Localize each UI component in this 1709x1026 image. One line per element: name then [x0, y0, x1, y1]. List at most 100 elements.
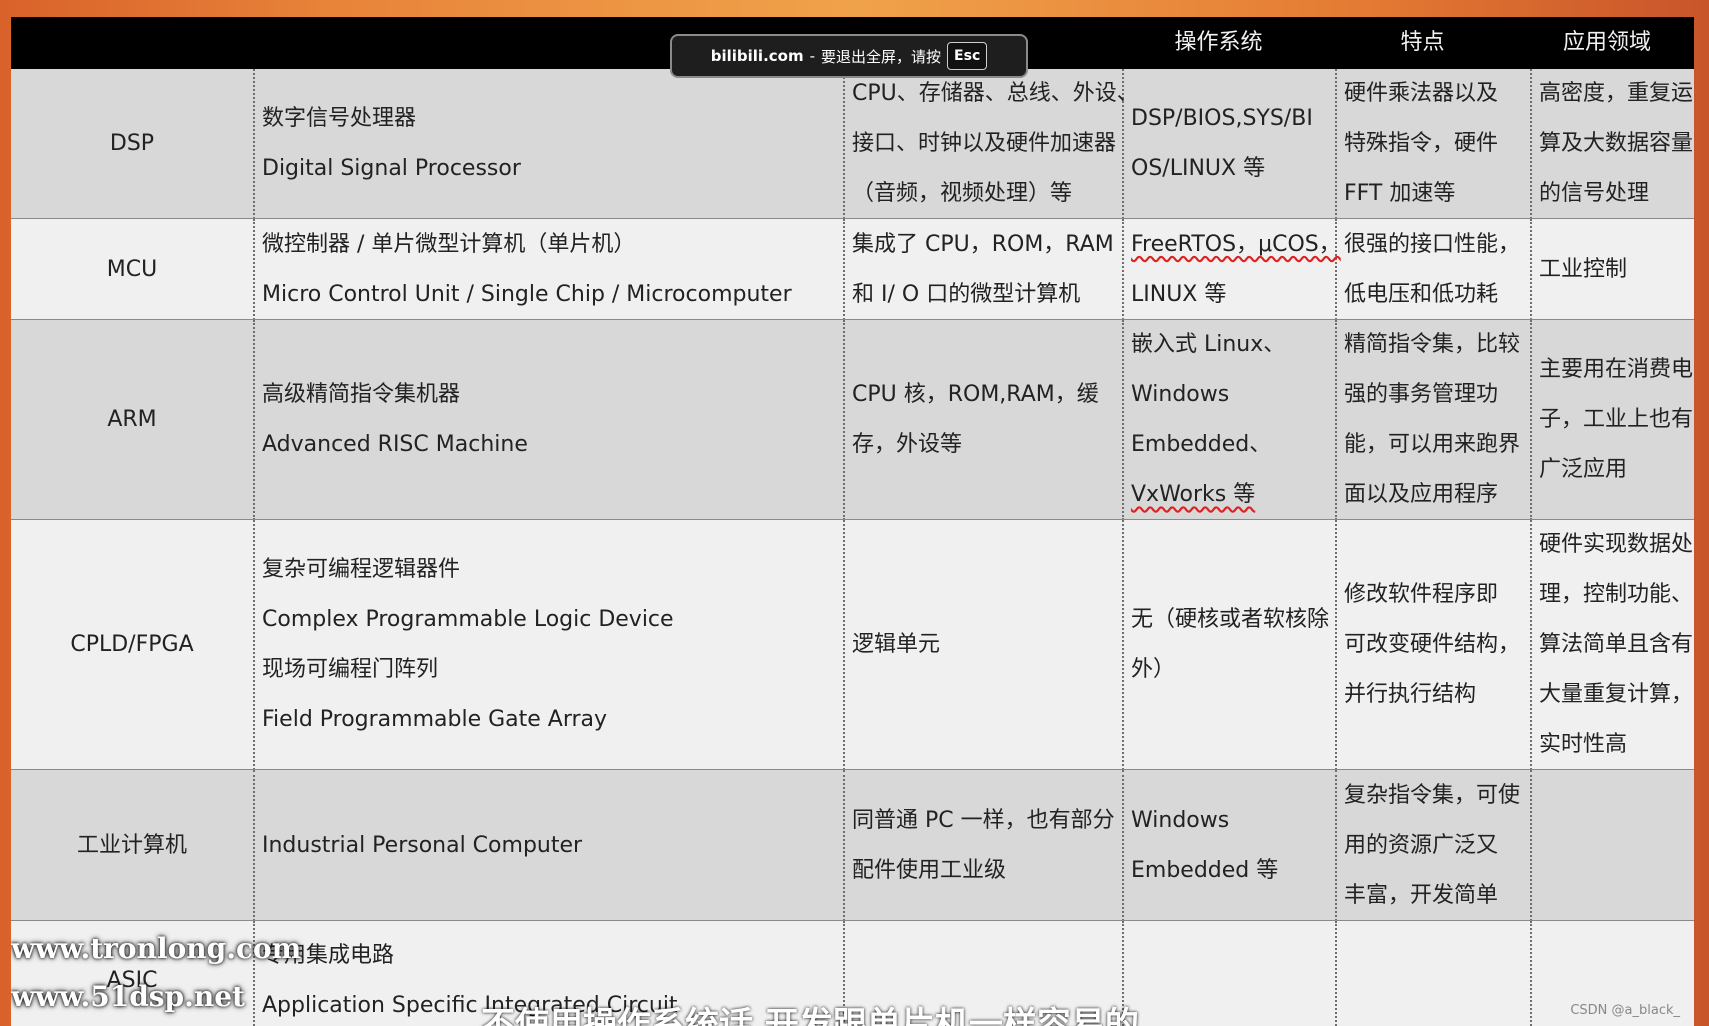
- cell-text-line: 能，可以用来跑界: [1344, 432, 1521, 457]
- cell-applications: 硬件实现数据处 理，控制功能、 算法简单且含有 大量重复计算， 实时性高: [1532, 520, 1694, 770]
- table-row: MCU 微控制器 / 单片微型计算机（单片机） Micro Control Unit…: [11, 219, 1694, 320]
- cell-fullname: 数字信号处理器 Digital Signal Processor: [255, 69, 845, 219]
- cell-text-line: 硬件实现数据处: [1539, 532, 1694, 557]
- cell-os: 嵌入式 Linux、 Windows Embedded、 VxWorks 等: [1124, 320, 1337, 520]
- cell-text-line: 现场可编程门阵列: [262, 657, 439, 682]
- cell-text-line: 配件使用工业级: [852, 857, 1007, 883]
- cell-text-line: Digital Signal Processor: [262, 156, 521, 181]
- cell-text-line: Advanced RISC Machine: [262, 432, 528, 457]
- cell-text-line: 算法简单且含有: [1539, 632, 1694, 657]
- cell-text-line: 硬件乘法器以及: [1344, 81, 1499, 106]
- cell-features: 复杂指令集，可使 用的资源广泛又 丰富，开发简单: [1337, 770, 1532, 921]
- video-subtitle: 不使用操作系统话 开发跟单片机一样容易的: [481, 1005, 1139, 1026]
- cell-text-line: 算及大数据容量: [1539, 131, 1694, 156]
- cell-fullname: 微控制器 / 单片微型计算机（单片机） Micro Control Unit / …: [255, 219, 845, 320]
- cell-text-line: 接口、时钟以及硬件加速器: [852, 131, 1117, 156]
- cell-features: 很强的接口性能， 低电压和低功耗: [1337, 219, 1532, 320]
- cell-text-line: 嵌入式 Linux、: [1131, 332, 1286, 357]
- cell-text-line: Field Programmable Gate Array: [262, 707, 608, 732]
- cell-text-line: 工业计算机: [76, 832, 187, 858]
- cell-text-line: 主要用在消费电: [1539, 357, 1694, 382]
- cell-components: 集成了 CPU，ROM，RAM 和 I/ O 口的微型计算机: [845, 219, 1124, 320]
- cell-text-line: Windows: [1131, 807, 1230, 833]
- cell-components: 逻辑单元: [845, 520, 1124, 770]
- cell-text-line: 大量重复计算，: [1539, 682, 1694, 707]
- cell-os: 无（硬核或者软核除 外）: [1124, 520, 1337, 770]
- table-row: DSP 数字信号处理器 Digital Signal Processor CPU、存储…: [11, 69, 1694, 219]
- cell-text-line: CPU 核，ROM,RAM，缓: [852, 382, 1099, 407]
- cell-text-line: 丰富，开发简单: [1344, 882, 1499, 908]
- cell-text-line: 特殊指令，硬件: [1344, 131, 1499, 156]
- cell-text-line: FFT 加速等: [1344, 181, 1456, 206]
- cell-text-line: 和 I/ O 口的微型计算机: [852, 281, 1081, 307]
- cell-text-line: 微控制器 / 单片微型计算机（单片机）: [262, 231, 636, 257]
- cell-features: 硬件乘法器以及 特殊指令，硬件 FFT 加速等: [1337, 69, 1532, 219]
- watermark-tronlong: www.tronlong.com: [11, 932, 302, 965]
- cell-name: DSP: [11, 69, 255, 219]
- cell-text-line: 的信号处理: [1539, 181, 1650, 206]
- toast-message: 要退出全屏，请按: [821, 47, 942, 66]
- csdn-credit: CSDN @a_black_: [1570, 1003, 1680, 1018]
- cell-fullname: 复杂可编程逻辑器件 Complex Programmable Logic Devi…: [255, 520, 845, 770]
- cell-text-line: 逻辑单元: [852, 632, 941, 657]
- cell-features: 修改软件程序即 可改变硬件结构， 并行执行结构: [1337, 520, 1532, 770]
- cell-name: ARM: [11, 320, 255, 520]
- cell-text-line: MCU: [106, 256, 158, 282]
- cell-text-line: 可改变硬件结构，: [1344, 632, 1521, 657]
- cell-text-line: Embedded 等: [1131, 857, 1279, 883]
- cell-features: 精简指令集，比较 强的事务管理功 能，可以用来跑界 面以及应用程序: [1337, 320, 1532, 520]
- cell-text-line: 外）: [1131, 657, 1176, 682]
- cell-name: CPLD/FPGA: [11, 520, 255, 770]
- header-applications: 应用领域: [1562, 30, 1651, 55]
- cell-os: Windows Embedded 等: [1124, 770, 1337, 921]
- cell-text-line: 很强的接口性能，: [1344, 231, 1521, 257]
- cell-text-line: 实时性高: [1539, 732, 1628, 757]
- header-os: 操作系统: [1174, 30, 1263, 55]
- cell-text-line: 同普通 PC 一样，也有部分: [852, 807, 1115, 833]
- cell-fullname: 高级精简指令集机器 Advanced RISC Machine: [255, 320, 845, 520]
- cell-text-line: 专用集成电路: [262, 943, 395, 968]
- cell-text-line: 用的资源广泛又: [1344, 832, 1499, 858]
- cell-text-line: FreeRTOS，μCOS，: [1131, 231, 1341, 257]
- fullscreen-video-frame[interactable]: 操作系统 特点 应用领域 DSP 数字信号处理器 Digital Signal Pr…: [11, 17, 1694, 1026]
- esc-key-badge[interactable]: Esc: [947, 42, 988, 70]
- cell-text-line: DSP/BIOS,SYS/BI: [1131, 106, 1313, 131]
- cell-os: DSP/BIOS,SYS/BI OS/LINUX 等: [1124, 69, 1337, 219]
- cell-components: 同普通 PC 一样，也有部分 配件使用工业级: [845, 770, 1124, 921]
- table-row: CPLD/FPGA 复杂可编程逻辑器件 Complex Programmable L…: [11, 520, 1694, 770]
- cell-text-line: 低电压和低功耗: [1344, 281, 1499, 307]
- header-features: 特点: [1400, 30, 1445, 55]
- cell-text-line: 精简指令集，比较: [1344, 332, 1521, 357]
- cell-os: FreeRTOS，μCOS， LINUX 等: [1124, 219, 1341, 320]
- cell-text-line: 理，控制功能、: [1539, 582, 1694, 607]
- watermark-51dsp: www.51dsp.net: [11, 980, 245, 1013]
- toast-site: bilibili.com: [710, 47, 804, 65]
- cell-text-line: 工业控制: [1539, 256, 1628, 282]
- cell-text-line: Micro Control Unit / Single Chip / Micro…: [262, 281, 792, 307]
- cell-text-line: 并行执行结构: [1344, 682, 1477, 707]
- cell-text-line: OS/LINUX 等: [1131, 156, 1266, 181]
- cell-name: MCU: [11, 219, 255, 320]
- cell-components: CPU 核，ROM,RAM，缓 存，外设等: [845, 320, 1124, 520]
- cell-text-line: 复杂指令集，可使: [1344, 782, 1521, 808]
- cell-text-line: DSP: [109, 131, 155, 156]
- cell-text-line: Windows: [1131, 382, 1230, 407]
- cell-applications: 主要用在消费电 子，工业上也有 广泛应用: [1532, 320, 1694, 520]
- cell-applications: 高密度，重复运 算及大数据容量 的信号处理: [1532, 69, 1694, 219]
- exit-fullscreen-toast: bilibili.com - 要退出全屏，请按 Esc: [670, 34, 1028, 78]
- cell-text-line: 修改软件程序即: [1344, 582, 1499, 607]
- cell-text-line: LINUX 等: [1131, 281, 1227, 307]
- cell-text-line: 复杂可编程逻辑器件: [262, 557, 461, 582]
- toast-separator: -: [809, 47, 816, 65]
- cell-text-line: （音频，视频处理）等: [852, 181, 1073, 206]
- cell-text-line: 集成了 CPU，ROM，RAM: [852, 231, 1114, 257]
- table-row: 工业计算机 Industrial Personal Computer 同普通 PC …: [11, 770, 1694, 921]
- cell-text-line: ARM: [107, 407, 157, 432]
- cell-text-line: 广泛应用: [1539, 457, 1628, 482]
- cell-text-line: 强的事务管理功: [1344, 382, 1499, 407]
- cell-text-line: 数字信号处理器: [262, 106, 417, 131]
- cell-text-line: 子，工业上也有: [1539, 407, 1694, 432]
- cell-text-line: 高级精简指令集机器: [262, 382, 461, 407]
- cell-features: [1337, 921, 1532, 1026]
- cell-text-line: VxWorks 等: [1131, 482, 1256, 507]
